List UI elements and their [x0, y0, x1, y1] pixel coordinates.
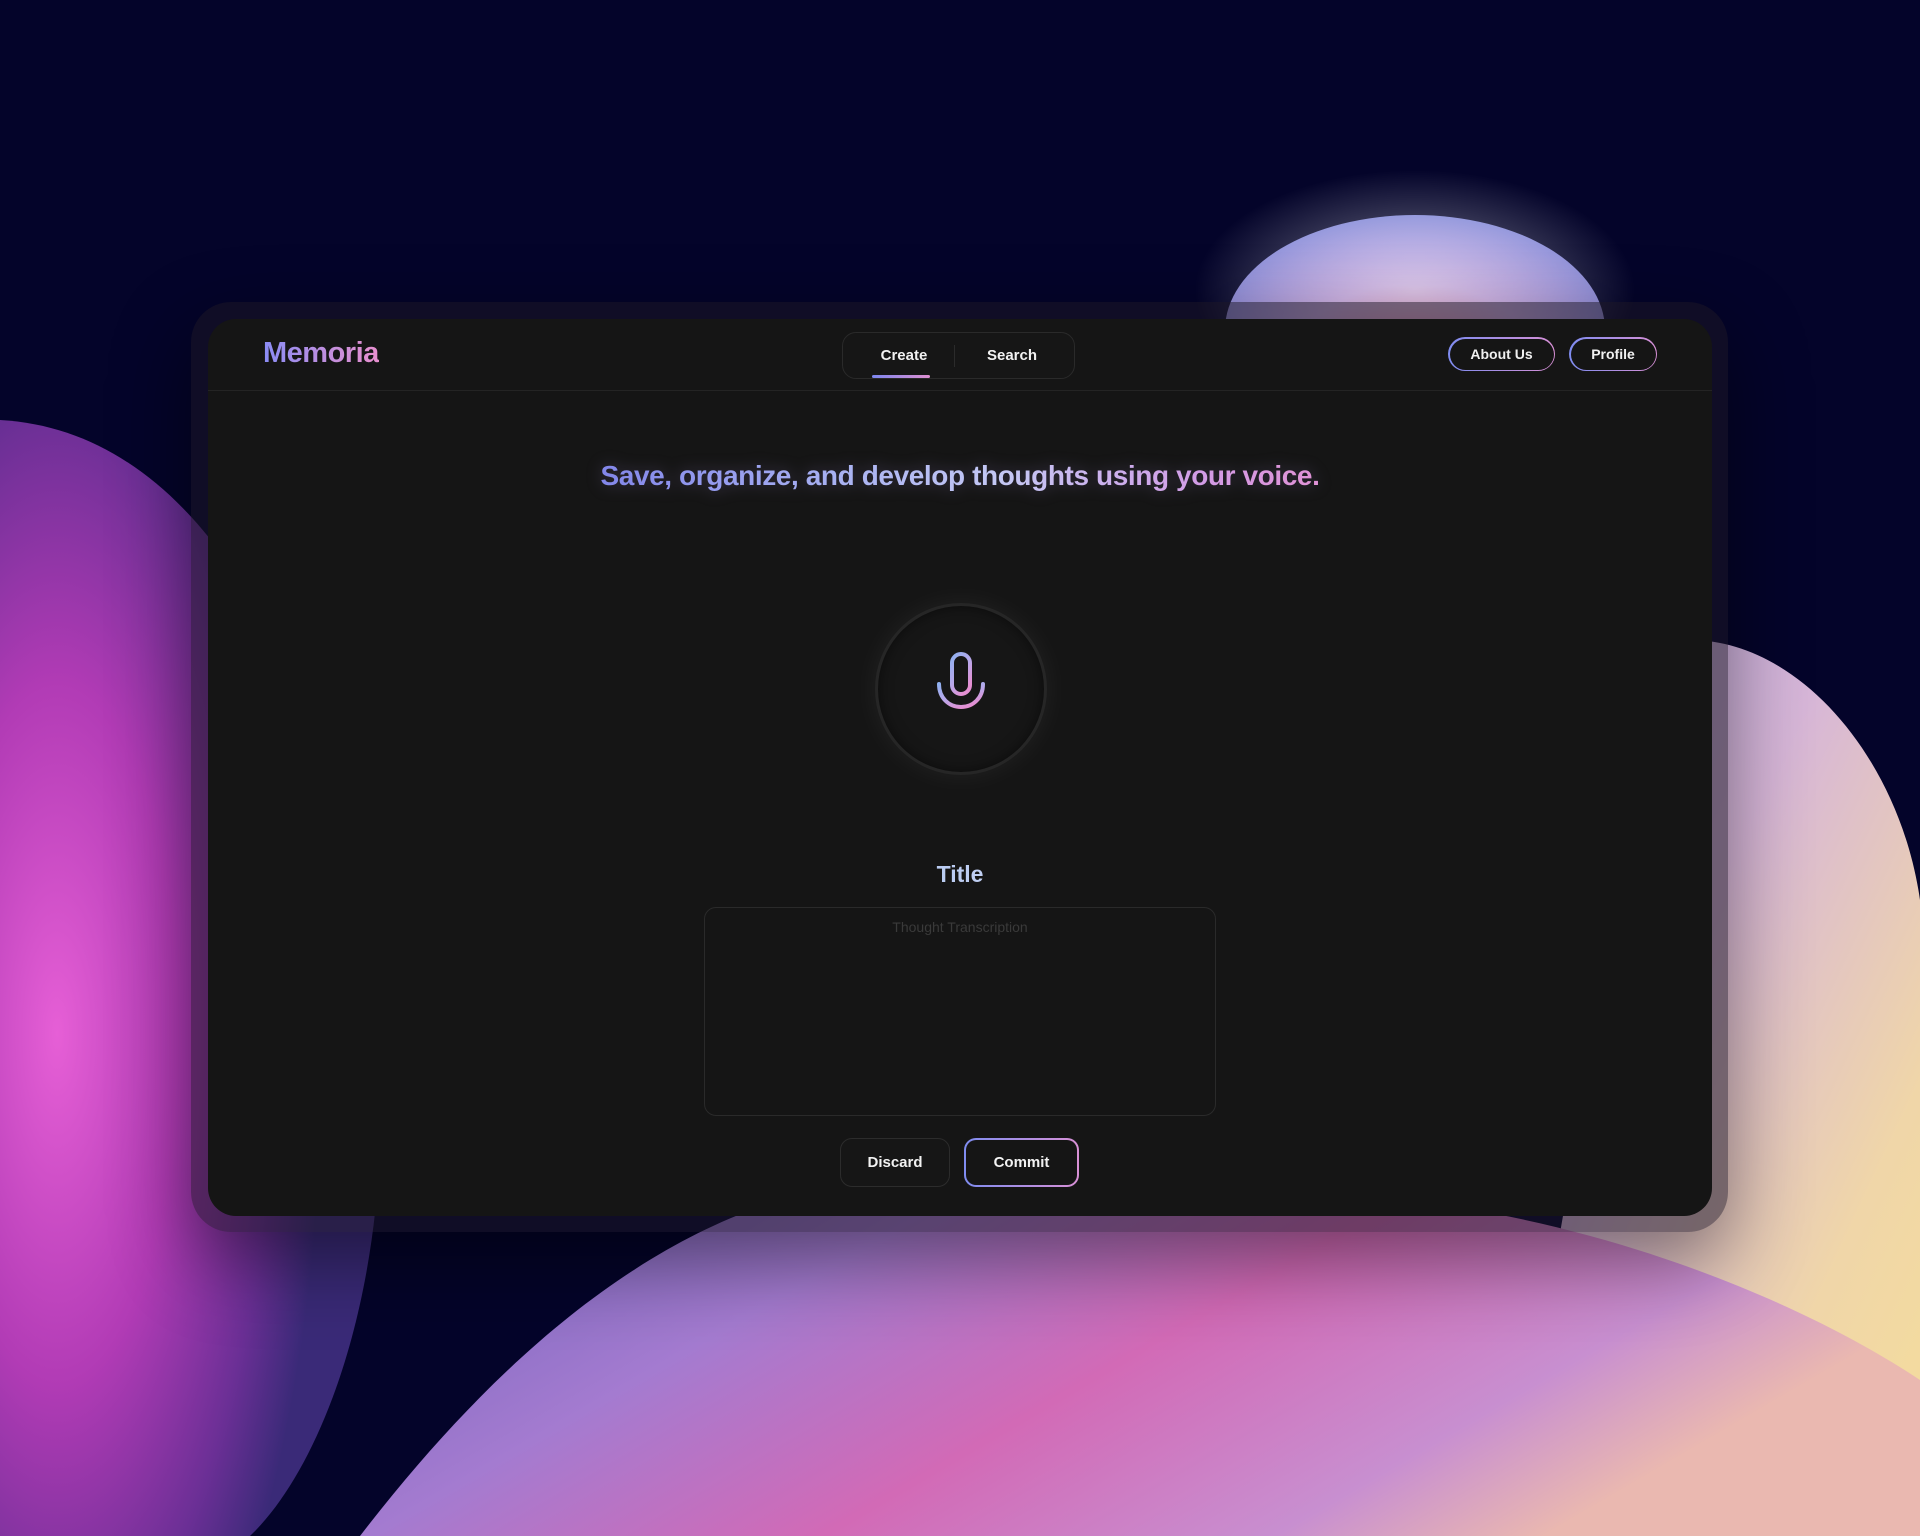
app-logo[interactable]: Memoria: [263, 337, 379, 370]
record-button[interactable]: [875, 603, 1047, 775]
profile-button[interactable]: Profile: [1569, 337, 1657, 371]
transcription-textarea[interactable]: [704, 907, 1216, 1116]
commit-label: Commit: [966, 1140, 1077, 1185]
app-window: Memoria Create Search About Us Profile S…: [208, 319, 1712, 1216]
note-title[interactable]: Title: [860, 861, 1060, 888]
hero-headline: Save, organize, and develop thoughts usi…: [560, 459, 1360, 493]
about-us-button[interactable]: About Us: [1448, 337, 1555, 371]
tab-divider: [954, 345, 955, 367]
tab-search[interactable]: Search: [960, 333, 1064, 378]
mode-tabs: Create Search: [842, 332, 1075, 379]
microphone-icon: [937, 652, 985, 723]
about-us-label: About Us: [1449, 338, 1554, 370]
top-nav: Memoria Create Search About Us Profile: [208, 319, 1712, 391]
commit-button[interactable]: Commit: [964, 1138, 1079, 1187]
profile-label: Profile: [1570, 338, 1656, 370]
active-tab-indicator: [872, 375, 930, 378]
discard-button[interactable]: Discard: [840, 1138, 950, 1187]
tab-create[interactable]: Create: [859, 333, 949, 378]
